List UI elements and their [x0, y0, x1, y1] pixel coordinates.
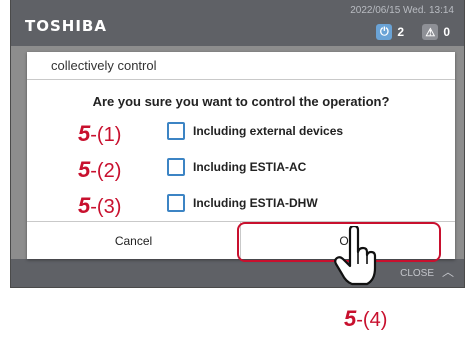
option-label: Including external devices — [193, 124, 344, 138]
option-estia-dhw[interactable]: Including ESTIA-DHW — [167, 194, 318, 212]
hand-pointer-icon — [334, 226, 377, 286]
brand-logo: TOSHIBA — [25, 17, 107, 35]
dialog-question: Are you sure you want to control the ope… — [92, 94, 390, 109]
alarm-count: 0 — [443, 25, 450, 39]
option-external-devices[interactable]: Including external devices — [167, 122, 343, 140]
checkbox[interactable] — [167, 158, 185, 176]
power-status: ⏻ 2 — [376, 24, 404, 40]
bottom-bar: CLOSE ︿ — [11, 259, 464, 287]
checkbox[interactable] — [167, 194, 185, 212]
checkbox[interactable] — [167, 122, 185, 140]
power-icon: ⏻ — [376, 24, 393, 40]
warning-icon: ⚠ — [422, 24, 439, 40]
cancel-button[interactable]: Cancel — [27, 222, 241, 259]
option-label: Including ESTIA-DHW — [193, 196, 318, 210]
alarm-status: ⚠ 0 — [422, 24, 450, 40]
dialog-title: collectively control — [27, 52, 455, 80]
chevron-up-icon[interactable]: ︿ — [442, 263, 454, 280]
step-annotation-3: 5-(3) — [78, 193, 122, 218]
top-bar: TOSHIBA 2022/06/15 Wed. 13:14 ⏻ 2 ⚠ 0 — [11, 0, 464, 46]
close-button[interactable]: CLOSE — [400, 268, 434, 279]
datetime: 2022/06/15 Wed. 13:14 — [350, 5, 454, 16]
step-annotation-4: 5-(4) — [344, 306, 388, 331]
step-annotation-1: 5-(1) — [78, 121, 122, 146]
option-label: Including ESTIA-AC — [193, 160, 307, 174]
power-count: 2 — [397, 25, 404, 39]
step-annotation-2: 5-(2) — [78, 157, 122, 182]
option-estia-ac[interactable]: Including ESTIA-AC — [167, 158, 306, 176]
